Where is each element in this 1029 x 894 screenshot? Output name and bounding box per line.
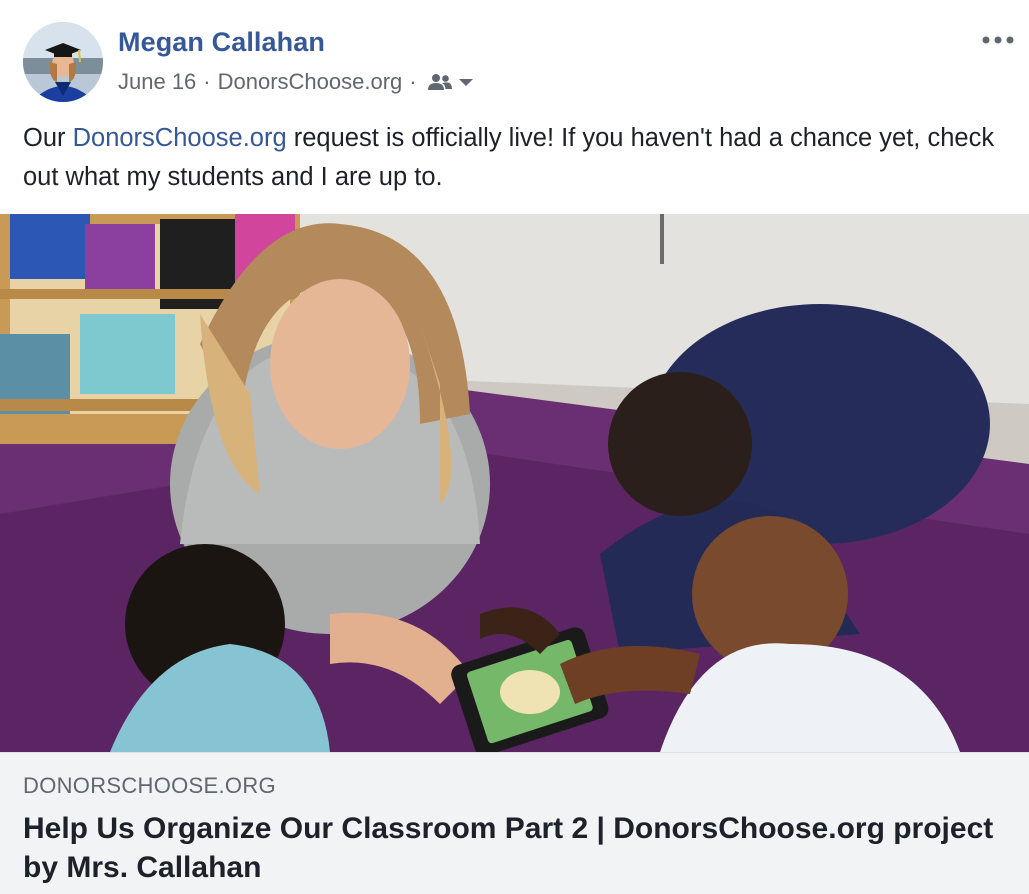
post-header: Megan Callahan June 16 · DonorsChoose.or… xyxy=(0,0,1029,110)
meta-separator: · xyxy=(409,69,417,94)
link-title[interactable]: Help Us Organize Our Classroom Part 2 | … xyxy=(23,809,1003,887)
avatar[interactable] xyxy=(23,22,103,102)
post-photo[interactable] xyxy=(0,214,1029,752)
facebook-post: Megan Callahan June 16 · DonorsChoose.or… xyxy=(0,0,1029,894)
friends-icon xyxy=(427,74,452,90)
classroom-photo xyxy=(0,214,1029,752)
donorschoose-link[interactable]: DonorsChoose.org xyxy=(73,124,287,152)
link-domain: DONORSCHOOSE.ORG xyxy=(23,773,276,798)
more-options-button[interactable] xyxy=(978,30,1018,50)
link-preview-card[interactable]: DONORSCHOOSE.ORG Help Us Organize Our Cl… xyxy=(0,752,1029,894)
post-source[interactable]: DonorsChoose.org xyxy=(218,69,403,95)
ellipsis-icon xyxy=(982,36,1014,44)
author-name[interactable]: Megan Callahan xyxy=(118,27,325,58)
chevron-down-icon xyxy=(458,79,473,86)
message-prefix: Our xyxy=(23,124,73,152)
post-date[interactable]: June 16 xyxy=(118,69,196,95)
meta-separator: · xyxy=(203,69,211,94)
post-message: Our DonorsChoose.org request is official… xyxy=(23,119,1013,197)
audience-selector[interactable] xyxy=(427,72,475,92)
post-meta: June 16 · DonorsChoose.org · xyxy=(118,67,475,97)
avatar-image xyxy=(23,22,103,102)
